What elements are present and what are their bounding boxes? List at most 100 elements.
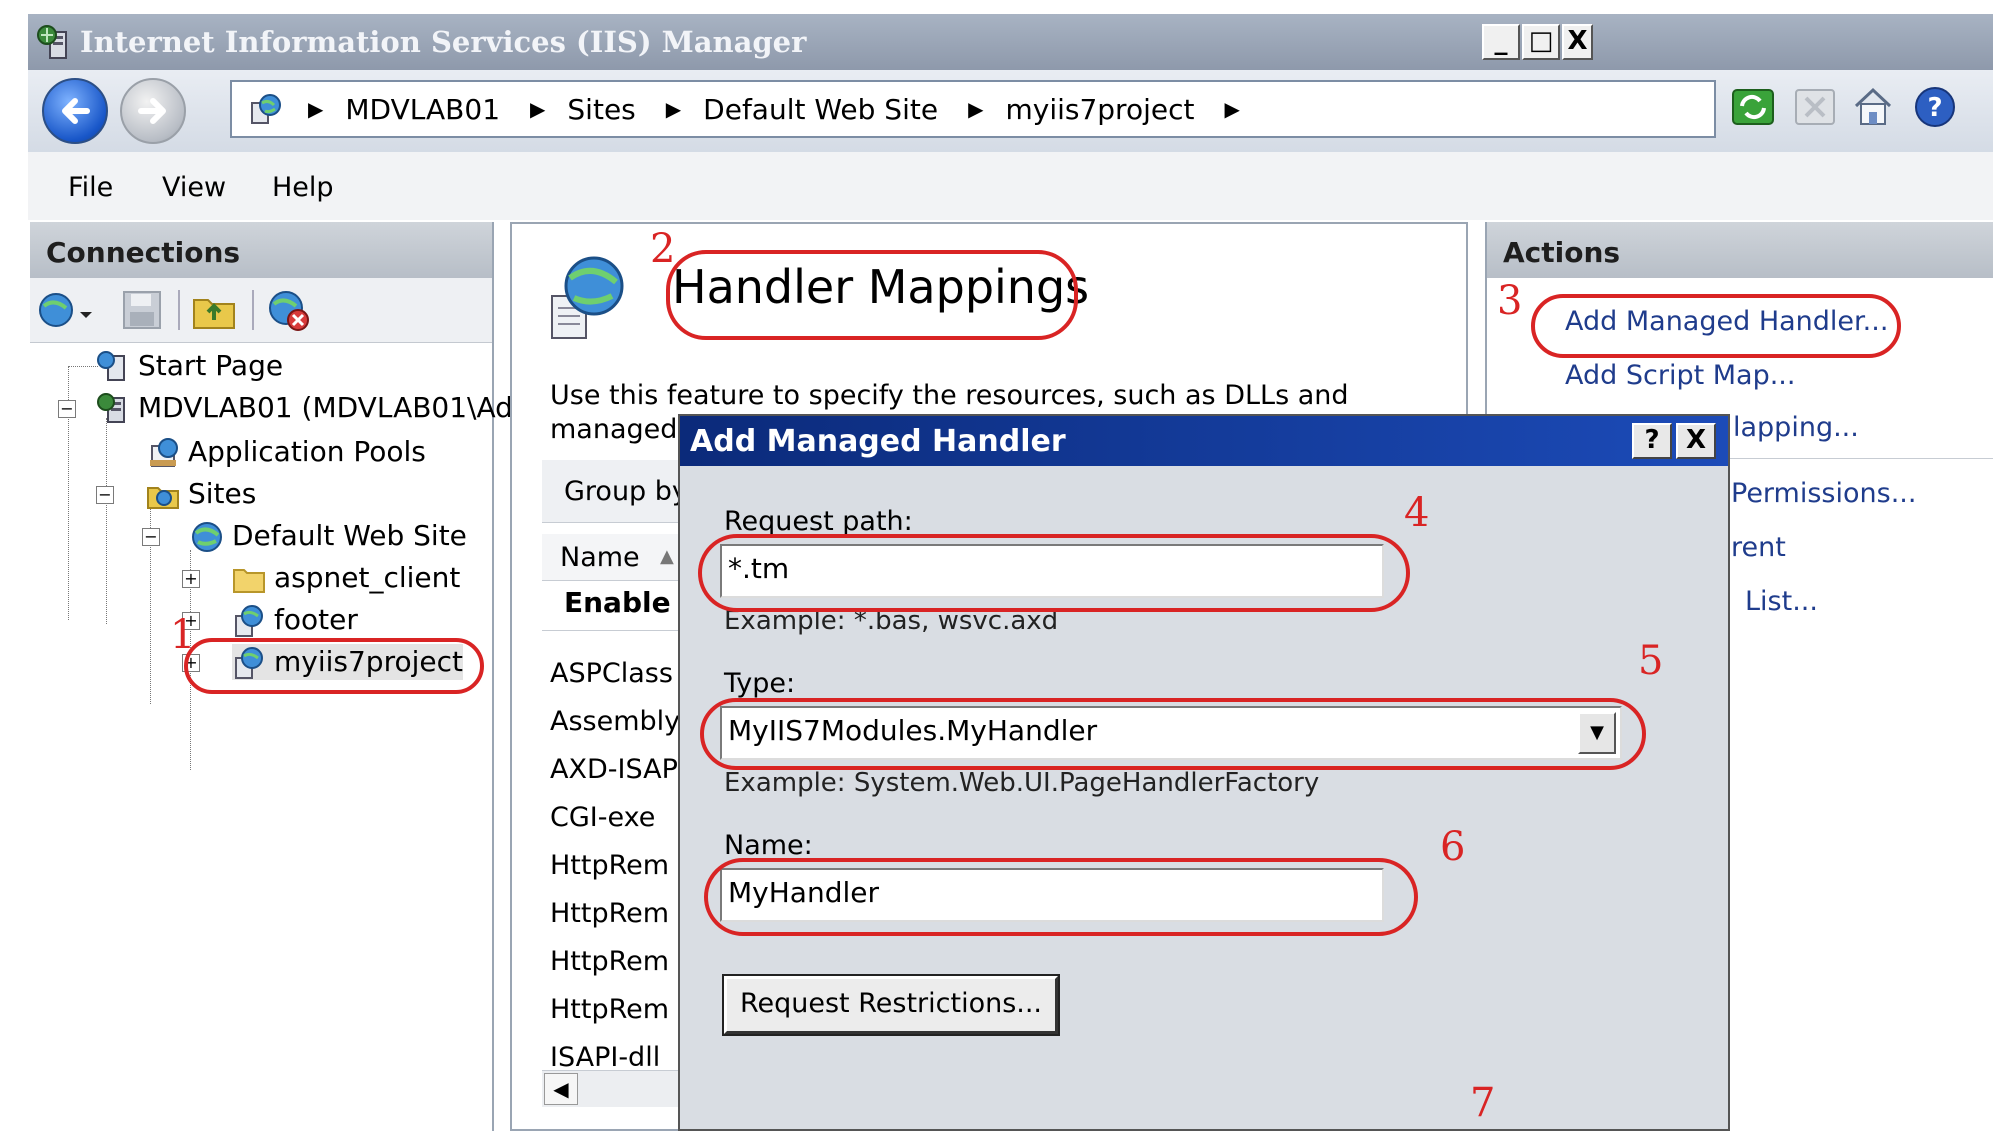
actions-header: Actions <box>1487 222 1993 278</box>
list-item[interactable]: AXD-ISAP <box>550 754 678 785</box>
breadcrumb-server[interactable]: MDVLAB01 <box>345 93 500 126</box>
sites-folder-icon <box>147 487 179 509</box>
connections-toolbar <box>30 278 492 343</box>
annotation-number-4: 4 <box>1404 490 1430 536</box>
dialog-title: Add Managed Handler <box>690 424 1066 459</box>
feature-description-line2: managed <box>550 414 678 445</box>
breadcrumb-myiis7project[interactable]: myiis7project <box>1005 93 1194 126</box>
type-dropdown-value: MyIIS7Modules.MyHandler <box>728 714 1098 747</box>
breadcrumb-separator: ▶ <box>968 97 984 121</box>
site-globe-icon <box>251 94 281 124</box>
type-dropdown[interactable]: MyIIS7Modules.MyHandler ▼ <box>720 706 1622 760</box>
list-item[interactable]: ASPClass <box>550 658 673 689</box>
stop-icon[interactable] <box>1792 84 1838 130</box>
request-path-label: Request path: <box>724 506 913 537</box>
back-button[interactable] <box>42 78 108 144</box>
tree-item-aspnet-client[interactable]: aspnet_client <box>232 560 460 596</box>
name-input[interactable]: MyHandler <box>720 868 1384 922</box>
iis-app-icon <box>37 25 67 59</box>
tree-label: aspnet_client <box>274 561 461 594</box>
tree-line <box>106 418 107 624</box>
type-label: Type: <box>724 668 796 699</box>
add-managed-handler-dialog: Add Managed Handler ? X Request path: *.… <box>678 414 1730 1131</box>
dialog-titlebar: Add Managed Handler ? X <box>680 416 1728 466</box>
application-icon <box>235 647 263 679</box>
tree-expander[interactable]: + <box>182 570 200 588</box>
tree-item-default-web-site[interactable]: Default Web Site <box>190 518 467 554</box>
action-add-managed-handler[interactable]: Add Managed Handler... <box>1565 306 1888 337</box>
refresh-icon[interactable] <box>1730 84 1776 130</box>
request-path-example: Example: *.bas, wsvc.axd <box>724 606 1059 636</box>
list-item[interactable]: HttpRem <box>550 898 669 929</box>
name-label: Name: <box>724 830 813 861</box>
dialog-close-button[interactable]: X <box>1676 423 1716 459</box>
tree-line <box>68 366 98 367</box>
dropdown-arrow-icon[interactable]: ▼ <box>1578 712 1616 754</box>
tree-expander[interactable]: − <box>142 528 160 546</box>
page-title: Handler Mappings <box>672 260 1089 314</box>
column-name-header[interactable]: Name <box>560 542 640 573</box>
list-item[interactable]: ISAPI-dll <box>550 1042 660 1073</box>
tree-item-sites[interactable]: Sites <box>146 476 256 512</box>
list-item[interactable]: Assembly <box>550 706 680 737</box>
tree-label: myiis7project <box>274 645 463 678</box>
group-by-label[interactable]: Group by <box>564 476 688 507</box>
application-pools-icon <box>150 438 178 467</box>
tree-label: Application Pools <box>188 435 426 468</box>
tree-item-application-pools[interactable]: Application Pools <box>146 434 426 470</box>
action-revert-to-parent[interactable]: rent <box>1731 532 1786 563</box>
list-item[interactable]: HttpRem <box>550 850 669 881</box>
svg-text:?: ? <box>1927 93 1942 123</box>
list-item[interactable]: HttpRem <box>550 946 669 977</box>
forward-arrow-icon <box>138 98 166 124</box>
maximize-button[interactable]: □ <box>1522 24 1560 60</box>
breadcrumb-separator: ▶ <box>665 97 682 121</box>
tree-item-server[interactable]: MDVLAB01 (MDVLAB01\Adr <box>96 390 524 426</box>
tree-item-footer[interactable]: footer <box>232 602 358 638</box>
request-path-input[interactable]: *.tm <box>720 544 1384 598</box>
save-icon[interactable] <box>120 288 164 332</box>
action-add-mapping[interactable]: lapping... <box>1733 412 1859 443</box>
window-titlebar: Internet Information Services (IIS) Mana… <box>28 14 1993 70</box>
tree-item-start-page[interactable]: Start Page <box>96 348 283 384</box>
close-button[interactable]: X <box>1562 24 1593 60</box>
action-edit-permissions[interactable]: Permissions... <box>1731 478 1916 509</box>
server-icon <box>97 393 125 423</box>
request-restrictions-button[interactable]: Request Restrictions... <box>722 974 1060 1036</box>
connect-globe-icon[interactable] <box>36 288 94 332</box>
tree-expander[interactable]: − <box>96 486 114 504</box>
list-item[interactable]: HttpRem <box>550 994 669 1025</box>
page-title-text: Handler Mappings <box>672 260 1090 314</box>
tree-item-myiis7project[interactable]: myiis7project <box>232 644 463 680</box>
up-folder-icon[interactable] <box>190 286 238 334</box>
website-globe-icon <box>192 522 222 552</box>
breadcrumb-sites[interactable]: Sites <box>567 93 635 126</box>
menu-file[interactable]: File <box>68 172 113 203</box>
window-title: Internet Information Services (IIS) Mana… <box>80 25 807 59</box>
tree-label: Default Web Site <box>232 519 467 552</box>
list-item[interactable]: CGI-exe <box>550 802 655 833</box>
breadcrumb-default-web-site[interactable]: Default Web Site <box>703 93 938 126</box>
help-icon[interactable]: ? <box>1912 84 1958 130</box>
navigation-bar: ▶ MDVLAB01 ▶ Sites ▶ Default Web Site ▶ … <box>28 70 1993 152</box>
minimize-button[interactable]: _ <box>1482 24 1520 60</box>
sort-ascending-icon: ▲ <box>660 546 674 567</box>
menu-bar: File View Help <box>28 152 1993 220</box>
tree-label: Sites <box>188 477 257 510</box>
tree-expander[interactable]: − <box>58 400 76 418</box>
action-view-ordered-list[interactable]: List... <box>1745 586 1818 617</box>
action-add-script-map[interactable]: Add Script Map... <box>1565 360 1795 391</box>
menu-help[interactable]: Help <box>272 172 334 203</box>
address-bar[interactable]: ▶ MDVLAB01 ▶ Sites ▶ Default Web Site ▶ … <box>230 80 1716 138</box>
handler-mappings-icon <box>551 256 624 339</box>
scroll-left-button[interactable]: ◀ <box>544 1073 578 1105</box>
dialog-help-button[interactable]: ? <box>1632 423 1672 459</box>
home-icon[interactable] <box>1850 84 1896 130</box>
application-icon <box>235 605 263 637</box>
annotation-number-7: 7 <box>1470 1080 1496 1126</box>
disconnect-icon[interactable] <box>264 286 312 334</box>
breadcrumb-separator: ▶ <box>308 97 324 121</box>
menu-view[interactable]: View <box>162 172 226 203</box>
forward-button[interactable] <box>120 78 186 144</box>
annotation-number-3: 3 <box>1497 278 1523 324</box>
